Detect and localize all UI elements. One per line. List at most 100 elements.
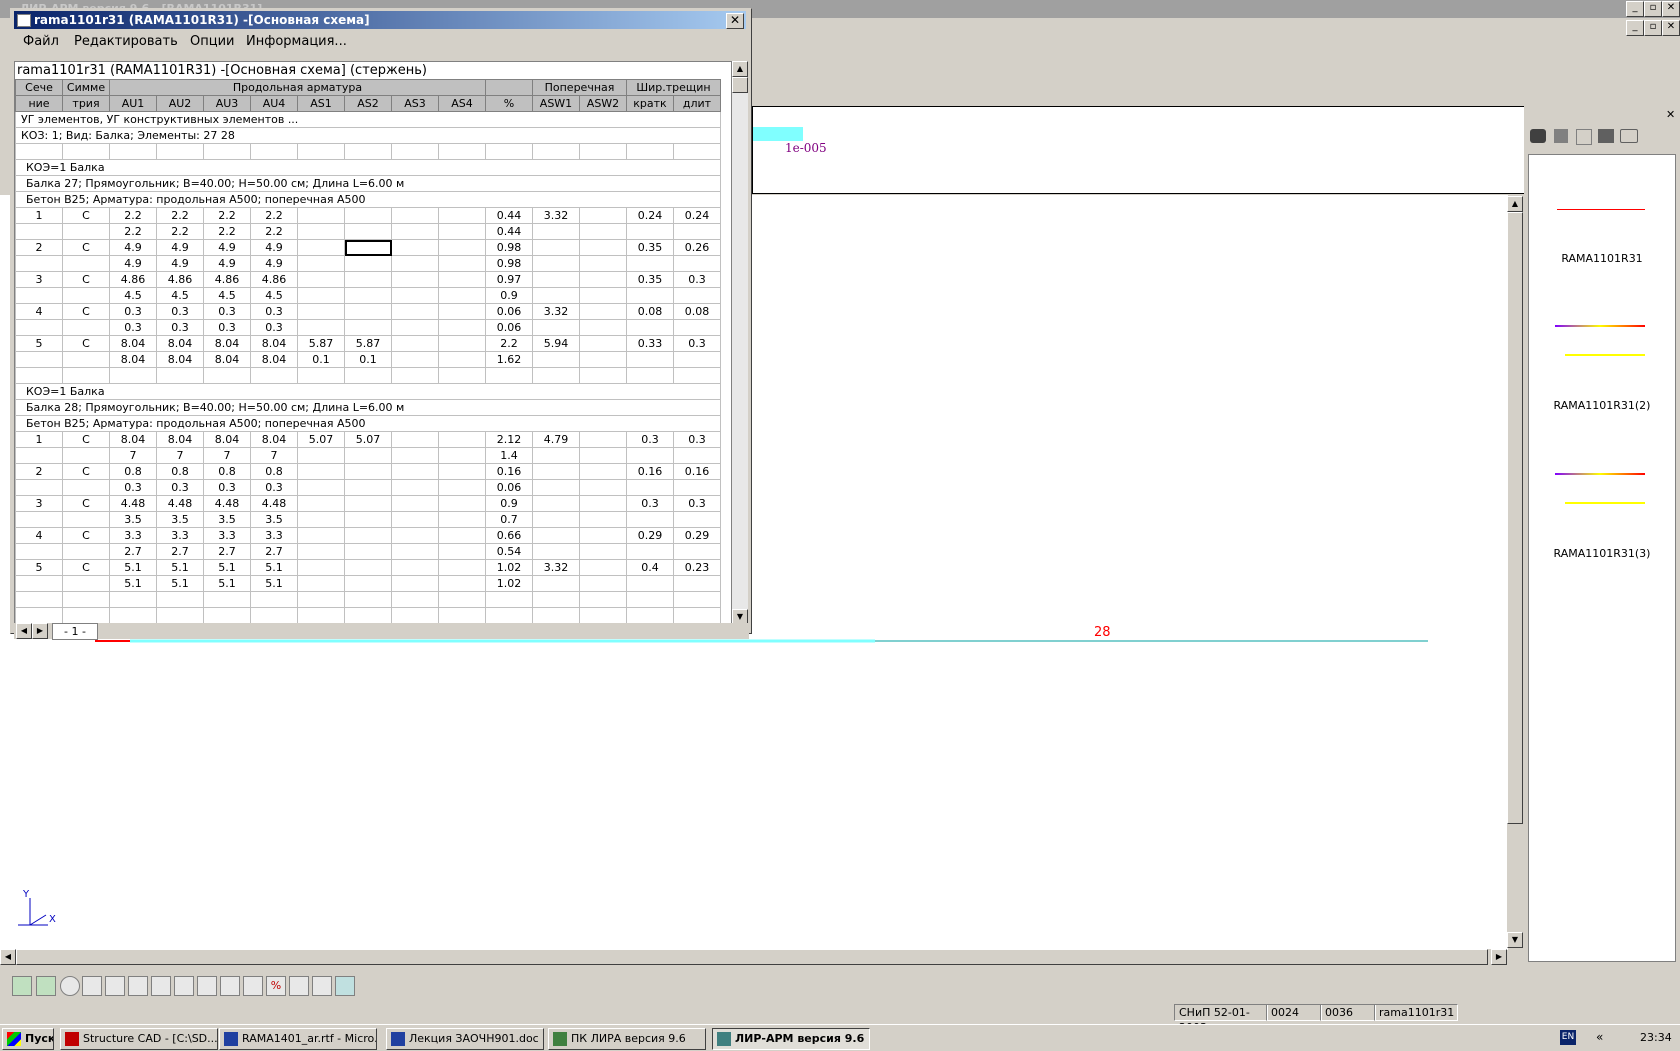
menu-options[interactable]: Опции bbox=[190, 34, 234, 49]
table-cell[interactable]: C bbox=[62, 303, 110, 320]
table-cell[interactable]: 2.7 bbox=[250, 543, 298, 560]
table-cell[interactable]: 8.04 bbox=[203, 351, 251, 368]
dialog-close-button[interactable]: ✕ bbox=[726, 13, 744, 29]
table-cell[interactable] bbox=[438, 319, 486, 336]
table-cell[interactable] bbox=[579, 303, 627, 320]
table-cell[interactable]: 0.29 bbox=[626, 527, 674, 544]
table-cell[interactable]: 4.5 bbox=[156, 287, 204, 304]
table-cell[interactable]: 0.3 bbox=[109, 319, 157, 336]
table-cell[interactable]: C bbox=[62, 527, 110, 544]
table-cell[interactable] bbox=[62, 255, 110, 272]
mdi-restore-button[interactable]: ▫ bbox=[1644, 20, 1662, 36]
table-cell[interactable] bbox=[579, 367, 627, 384]
table-cell[interactable]: 0.3 bbox=[156, 479, 204, 496]
scroll-thumb[interactable] bbox=[1507, 212, 1523, 824]
table-cell[interactable] bbox=[15, 575, 63, 592]
beam-view-icon[interactable] bbox=[12, 976, 32, 996]
table-cell[interactable]: 4.5 bbox=[109, 287, 157, 304]
menu-file[interactable]: Файл bbox=[23, 34, 59, 49]
table-cell[interactable]: 0.16 bbox=[673, 463, 721, 480]
table-cell[interactable] bbox=[250, 607, 298, 624]
table-cell[interactable] bbox=[156, 607, 204, 624]
node-icon[interactable] bbox=[60, 976, 80, 996]
sheet-vertical-scrollbar[interactable]: ▲ ▼ bbox=[731, 61, 748, 625]
table-cell[interactable]: 2.2 bbox=[156, 223, 204, 240]
task-lira[interactable]: ПК ЛИРА версия 9.6 bbox=[548, 1028, 706, 1050]
table-cell[interactable] bbox=[579, 607, 627, 624]
section-icon-1[interactable] bbox=[82, 976, 102, 996]
table-cell[interactable] bbox=[62, 543, 110, 560]
thumb-graph-1[interactable] bbox=[1557, 209, 1645, 210]
table-cell[interactable]: 0.06 bbox=[485, 319, 533, 336]
table-cell[interactable] bbox=[62, 591, 110, 608]
table-cell[interactable] bbox=[532, 527, 580, 544]
table-cell[interactable] bbox=[532, 463, 580, 480]
table-cell[interactable] bbox=[673, 367, 721, 384]
table-cell[interactable] bbox=[391, 447, 439, 464]
table-cell[interactable]: 0.54 bbox=[485, 543, 533, 560]
table-cell[interactable]: C bbox=[62, 431, 110, 448]
table-cell[interactable]: 4.9 bbox=[109, 255, 157, 272]
table-cell[interactable]: 0.3 bbox=[250, 479, 298, 496]
table-cell[interactable]: 0.3 bbox=[673, 495, 721, 512]
table-cell[interactable] bbox=[391, 591, 439, 608]
table-cell[interactable]: 4.86 bbox=[250, 271, 298, 288]
table-cell[interactable]: 2.2 bbox=[109, 207, 157, 224]
table-cell[interactable]: 8.04 bbox=[250, 351, 298, 368]
table-cell[interactable] bbox=[579, 527, 627, 544]
dialog-titlebar[interactable]: rama1101r31 (RAMA1101R31) -[Основная схе… bbox=[14, 11, 746, 29]
table-cell[interactable] bbox=[626, 255, 674, 272]
table-cell[interactable]: 0.44 bbox=[485, 223, 533, 240]
table-cell[interactable]: 0.7 bbox=[485, 511, 533, 528]
table-cell[interactable] bbox=[391, 239, 439, 256]
table-cell[interactable]: C bbox=[62, 463, 110, 480]
table-cell[interactable] bbox=[344, 511, 392, 528]
scroll-down-button[interactable]: ▼ bbox=[1507, 932, 1523, 948]
table-cell[interactable] bbox=[344, 543, 392, 560]
table-cell[interactable] bbox=[579, 575, 627, 592]
table-cell[interactable]: C bbox=[62, 335, 110, 352]
table-cell[interactable] bbox=[438, 463, 486, 480]
table-cell[interactable]: 8.04 bbox=[156, 335, 204, 352]
table-cell[interactable] bbox=[673, 607, 721, 624]
table-cell[interactable] bbox=[391, 479, 439, 496]
copy-icon[interactable] bbox=[1576, 129, 1592, 145]
table-cell[interactable] bbox=[438, 495, 486, 512]
table-cell[interactable] bbox=[344, 223, 392, 240]
table-cell[interactable]: 8.04 bbox=[109, 335, 157, 352]
table-cell[interactable] bbox=[344, 463, 392, 480]
table-cell[interactable] bbox=[297, 367, 345, 384]
table-cell[interactable] bbox=[626, 319, 674, 336]
start-button[interactable]: Пуск bbox=[2, 1028, 54, 1050]
table-cell[interactable] bbox=[532, 575, 580, 592]
table-cell[interactable] bbox=[532, 351, 580, 368]
table-cell[interactable]: 0.08 bbox=[626, 303, 674, 320]
table-cell[interactable]: C bbox=[62, 495, 110, 512]
table-cell[interactable]: 5.1 bbox=[250, 559, 298, 576]
table-cell[interactable] bbox=[532, 367, 580, 384]
table-cell[interactable]: 3.3 bbox=[156, 527, 204, 544]
table-cell[interactable]: 0.24 bbox=[626, 207, 674, 224]
main-horizontal-scrollbar[interactable]: ◀ ▶ bbox=[0, 949, 1507, 965]
table-cell[interactable]: 0.66 bbox=[485, 527, 533, 544]
table-cell[interactable]: 8.04 bbox=[156, 351, 204, 368]
table-cell[interactable] bbox=[15, 511, 63, 528]
table-cell[interactable] bbox=[673, 447, 721, 464]
table-cell[interactable]: 8.04 bbox=[203, 335, 251, 352]
table-cell[interactable] bbox=[297, 223, 345, 240]
table-cell[interactable]: 1.62 bbox=[485, 351, 533, 368]
table-cell[interactable] bbox=[438, 239, 486, 256]
table-cell[interactable] bbox=[62, 223, 110, 240]
table-cell[interactable]: 5.87 bbox=[297, 335, 345, 352]
table-cell[interactable] bbox=[438, 479, 486, 496]
table-cell[interactable] bbox=[391, 607, 439, 624]
table-cell[interactable]: 5.94 bbox=[532, 335, 580, 352]
table-cell[interactable] bbox=[109, 607, 157, 624]
table-cell[interactable]: 2.2 bbox=[250, 207, 298, 224]
table-cell[interactable] bbox=[297, 607, 345, 624]
camera-icon[interactable] bbox=[1530, 129, 1546, 143]
table-cell[interactable] bbox=[532, 255, 580, 272]
task-word-rtf[interactable]: RAMA1401_ar.rtf - Micro... bbox=[219, 1028, 377, 1050]
table-cell[interactable] bbox=[579, 431, 627, 448]
table-cell[interactable]: 0.98 bbox=[485, 255, 533, 272]
